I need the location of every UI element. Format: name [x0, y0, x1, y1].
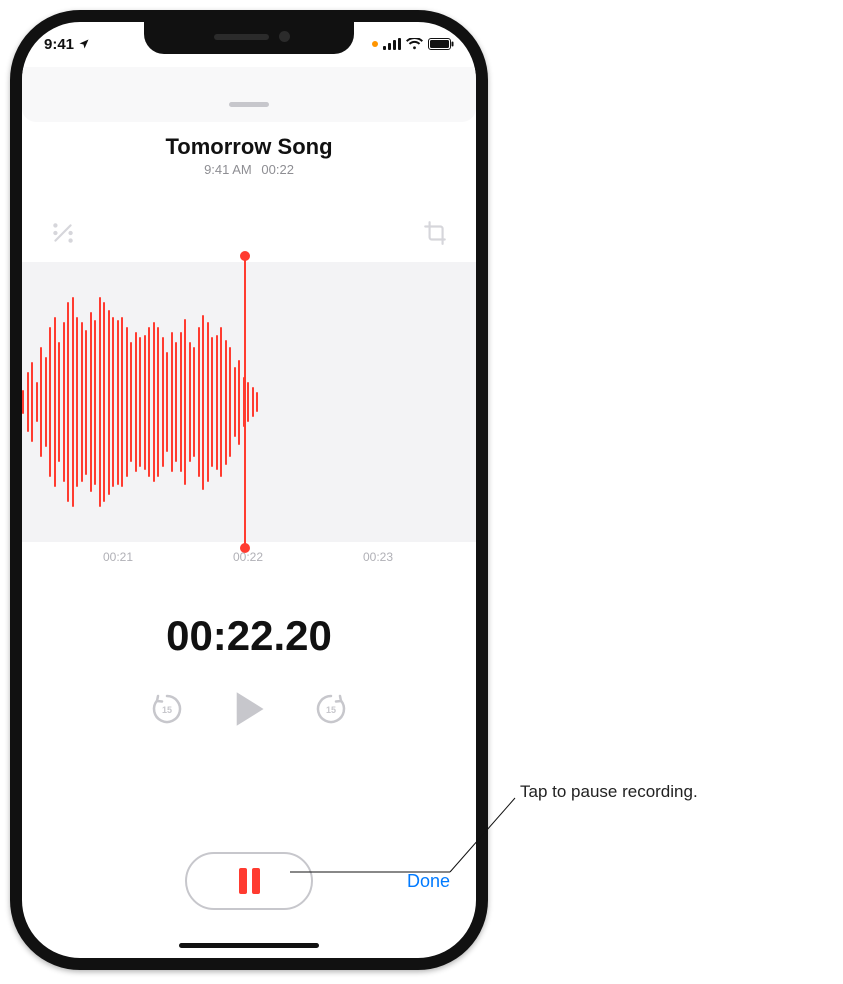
home-indicator[interactable] — [179, 943, 319, 948]
recording-duration: 00:22 — [261, 162, 294, 177]
callout-text: Tap to pause recording. — [520, 782, 830, 802]
status-time-text: 9:41 — [44, 36, 74, 53]
pause-record-button[interactable] — [185, 852, 313, 910]
ruler-tick: 00:21 — [103, 550, 133, 564]
ruler-tick: 00:23 — [363, 550, 393, 564]
title-area: Tomorrow Song 9:41 AM 00:22 — [22, 134, 476, 177]
play-button[interactable] — [232, 690, 266, 728]
record-row: Done — [22, 852, 476, 910]
location-icon — [78, 38, 90, 50]
trim-icon[interactable] — [422, 220, 448, 246]
ruler-tick: 00:22 — [233, 550, 263, 564]
skip-back-seconds: 15 — [162, 705, 172, 715]
recording-title[interactable]: Tomorrow Song — [22, 134, 476, 160]
enhance-icon[interactable] — [50, 220, 76, 246]
recording-dot-icon — [372, 41, 378, 47]
skip-back-button[interactable]: 15 — [150, 692, 184, 726]
playback-controls: 15 15 — [22, 690, 476, 728]
status-time: 9:41 — [44, 36, 90, 53]
recording-subtitle: 9:41 AM 00:22 — [22, 162, 476, 177]
cellular-icon — [383, 38, 401, 50]
done-button[interactable]: Done — [407, 871, 450, 892]
skip-fwd-seconds: 15 — [326, 705, 336, 715]
battery-icon — [428, 38, 454, 50]
pause-icon — [239, 868, 260, 894]
time-ruler: 00:21 00:22 00:23 0 — [22, 550, 476, 572]
status-right — [372, 38, 454, 50]
sheet-handle[interactable] — [229, 102, 269, 107]
notch — [144, 22, 354, 54]
waveform-bars — [22, 262, 476, 542]
sheet-background — [22, 67, 476, 122]
wifi-icon — [406, 38, 423, 50]
ruler-tick: 0 — [476, 550, 483, 564]
waveform-area[interactable] — [22, 262, 476, 542]
skip-forward-button[interactable]: 15 — [314, 692, 348, 726]
playhead[interactable] — [244, 256, 246, 548]
elapsed-timer: 00:22.20 — [22, 612, 476, 660]
phone-frame: 9:41 Tomorrow Song 9:41 AM — [10, 10, 488, 970]
recording-time: 9:41 AM — [204, 162, 252, 177]
